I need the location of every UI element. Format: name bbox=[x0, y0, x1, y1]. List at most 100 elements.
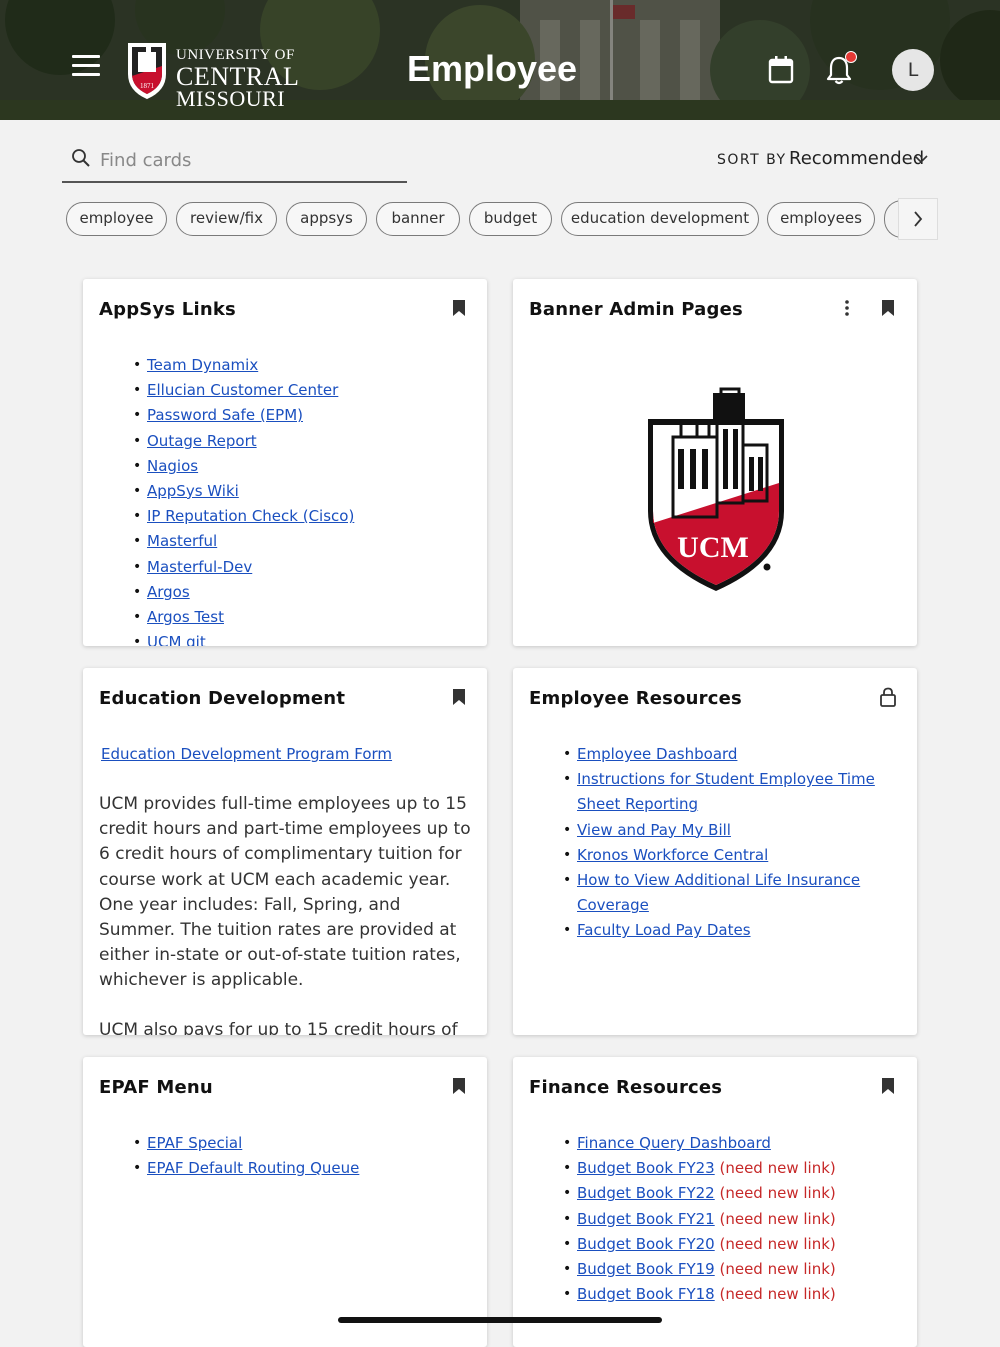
education-program-form-link[interactable]: Education Development Program Form bbox=[101, 745, 392, 763]
search-bar[interactable] bbox=[62, 139, 407, 183]
link[interactable]: Faculty Load Pay Dates bbox=[577, 921, 751, 939]
link[interactable]: Kronos Workforce Central bbox=[577, 846, 768, 864]
list-item[interactable]: Outage Report bbox=[133, 429, 354, 454]
list-item[interactable]: Employee Dashboard bbox=[563, 742, 903, 767]
list-item[interactable]: EPAF Default Routing Queue bbox=[133, 1156, 359, 1181]
list-item[interactable]: Budget Book FY23 (need new link) bbox=[563, 1156, 836, 1181]
lock-icon[interactable] bbox=[879, 687, 897, 707]
need-new-link-note: (need new link) bbox=[719, 1234, 836, 1253]
link[interactable]: EPAF Special bbox=[147, 1134, 242, 1152]
logo-line-3: MISSOURI bbox=[176, 86, 286, 111]
list-item[interactable]: Instructions for Student Employee Time S… bbox=[563, 767, 903, 817]
list-item[interactable]: How to View Additional Life Insurance Co… bbox=[563, 868, 903, 918]
link[interactable]: IP Reputation Check (Cisco) bbox=[147, 507, 354, 525]
link[interactable]: Budget Book FY18 bbox=[577, 1285, 715, 1303]
list-item[interactable]: Budget Book FY20 (need new link) bbox=[563, 1232, 836, 1257]
list-item[interactable]: Argos bbox=[133, 580, 354, 605]
user-avatar[interactable]: L bbox=[892, 49, 934, 91]
need-new-link-note: (need new link) bbox=[719, 1209, 836, 1228]
list-item[interactable]: Budget Book FY18 (need new link) bbox=[563, 1282, 836, 1307]
card-title: Finance Resources bbox=[529, 1077, 723, 1098]
list-item[interactable]: UCM git bbox=[133, 630, 354, 646]
list-item[interactable]: Budget Book FY22 (need new link) bbox=[563, 1181, 836, 1206]
list-item[interactable]: Password Safe (EPM) bbox=[133, 403, 354, 428]
need-new-link-note: (need new link) bbox=[719, 1184, 836, 1203]
bookmark-icon[interactable] bbox=[452, 688, 466, 706]
link[interactable]: Budget Book FY23 bbox=[577, 1159, 715, 1177]
link[interactable]: Argos Test bbox=[147, 608, 224, 626]
link[interactable]: UCM git bbox=[147, 633, 206, 646]
list-item[interactable]: AppSys Wiki bbox=[133, 479, 354, 504]
search-input[interactable] bbox=[98, 145, 402, 175]
link[interactable]: AppSys Wiki bbox=[147, 482, 239, 500]
chips-scroll-right-button[interactable] bbox=[898, 198, 938, 240]
search-icon bbox=[72, 149, 90, 167]
list-item[interactable]: Team Dynamix bbox=[133, 353, 354, 378]
link[interactable]: Argos bbox=[147, 583, 190, 601]
list-item[interactable]: Faculty Load Pay Dates bbox=[563, 918, 903, 943]
education-description-continued: UCM also pays for up to 15 credit hours … bbox=[99, 1020, 458, 1035]
notification-badge bbox=[845, 51, 857, 63]
more-vert-icon[interactable] bbox=[842, 299, 852, 317]
bookmark-icon[interactable] bbox=[452, 299, 466, 317]
filter-chip-education-development[interactable]: education development bbox=[561, 202, 759, 236]
list-item[interactable]: EPAF Special bbox=[133, 1131, 359, 1156]
list-item[interactable]: Nagios bbox=[133, 454, 354, 479]
bookmark-icon[interactable] bbox=[881, 1077, 895, 1095]
bookmark-icon[interactable] bbox=[452, 1077, 466, 1095]
need-new-link-note: (need new link) bbox=[719, 1159, 836, 1178]
link[interactable]: Budget Book FY21 bbox=[577, 1210, 715, 1228]
link[interactable]: Budget Book FY19 bbox=[577, 1260, 715, 1278]
list-item[interactable]: IP Reputation Check (Cisco) bbox=[133, 504, 354, 529]
link[interactable]: Masterful-Dev bbox=[147, 558, 252, 576]
link[interactable]: Finance Query Dashboard bbox=[577, 1134, 771, 1152]
link[interactable]: Outage Report bbox=[147, 432, 257, 450]
card-title: Employee Resources bbox=[529, 688, 742, 709]
filter-chip-employees[interactable]: employees bbox=[767, 202, 875, 236]
link[interactable]: Budget Book FY22 bbox=[577, 1184, 715, 1202]
card-appsys-links: AppSys Links Team Dynamix Ellucian Custo… bbox=[83, 279, 487, 646]
link[interactable]: Ellucian Customer Center bbox=[147, 381, 338, 399]
list-item[interactable]: Masterful-Dev bbox=[133, 555, 354, 580]
card-title: Banner Admin Pages bbox=[529, 299, 743, 320]
list-item[interactable]: Finance Query Dashboard bbox=[563, 1131, 836, 1156]
sort-dropdown[interactable]: Recommended bbox=[789, 148, 934, 174]
card-epaf-menu: EPAF Menu EPAF Special EPAF Default Rout… bbox=[83, 1057, 487, 1347]
card-title: AppSys Links bbox=[99, 299, 236, 320]
list-item[interactable]: Argos Test bbox=[133, 605, 354, 630]
list-item[interactable]: Masterful bbox=[133, 529, 354, 554]
calendar-icon[interactable] bbox=[766, 54, 796, 86]
list-item[interactable]: Kronos Workforce Central bbox=[563, 843, 903, 868]
link[interactable]: Budget Book FY20 bbox=[577, 1235, 715, 1253]
sort-label: SORT BY bbox=[717, 152, 787, 168]
link[interactable]: Masterful bbox=[147, 532, 217, 550]
filter-chip-budget[interactable]: budget bbox=[469, 202, 552, 236]
ucm-shield-text: UCM bbox=[677, 531, 749, 564]
card-title: EPAF Menu bbox=[99, 1077, 213, 1098]
list-item[interactable]: Budget Book FY19 (need new link) bbox=[563, 1257, 836, 1282]
appsys-link-list: Team Dynamix Ellucian Customer Center Pa… bbox=[133, 353, 354, 646]
list-item[interactable]: View and Pay My Bill bbox=[563, 818, 903, 843]
filter-chip-banner[interactable]: banner bbox=[376, 202, 460, 236]
link[interactable]: Password Safe (EPM) bbox=[147, 406, 303, 424]
link[interactable]: Instructions for Student Employee Time S… bbox=[577, 770, 875, 813]
home-indicator[interactable] bbox=[338, 1317, 662, 1323]
card-banner-admin-pages: Banner Admin Pages UCM bbox=[513, 279, 917, 646]
card-finance-resources: Finance Resources Finance Query Dashboar… bbox=[513, 1057, 917, 1347]
link[interactable]: Team Dynamix bbox=[147, 356, 258, 374]
bookmark-icon[interactable] bbox=[881, 299, 895, 317]
filter-chip-employee[interactable]: employee bbox=[66, 202, 167, 236]
need-new-link-note: (need new link) bbox=[719, 1259, 836, 1278]
link[interactable]: How to View Additional Life Insurance Co… bbox=[577, 871, 860, 914]
filter-chip-review-fix[interactable]: review/fix bbox=[176, 202, 277, 236]
list-item[interactable]: Ellucian Customer Center bbox=[133, 378, 354, 403]
epaf-link-list: EPAF Special EPAF Default Routing Queue bbox=[133, 1131, 359, 1182]
app-header: 1871 UNIVERSITY OF CENTRAL MISSOURI Empl… bbox=[0, 0, 1000, 120]
link[interactable]: Nagios bbox=[147, 457, 198, 475]
filter-chip-appsys[interactable]: appsys bbox=[286, 202, 367, 236]
link[interactable]: EPAF Default Routing Queue bbox=[147, 1159, 359, 1177]
link[interactable]: View and Pay My Bill bbox=[577, 821, 731, 839]
link[interactable]: Employee Dashboard bbox=[577, 745, 737, 763]
ucm-shield-image: UCM bbox=[648, 387, 784, 591]
list-item[interactable]: Budget Book FY21 (need new link) bbox=[563, 1207, 836, 1232]
